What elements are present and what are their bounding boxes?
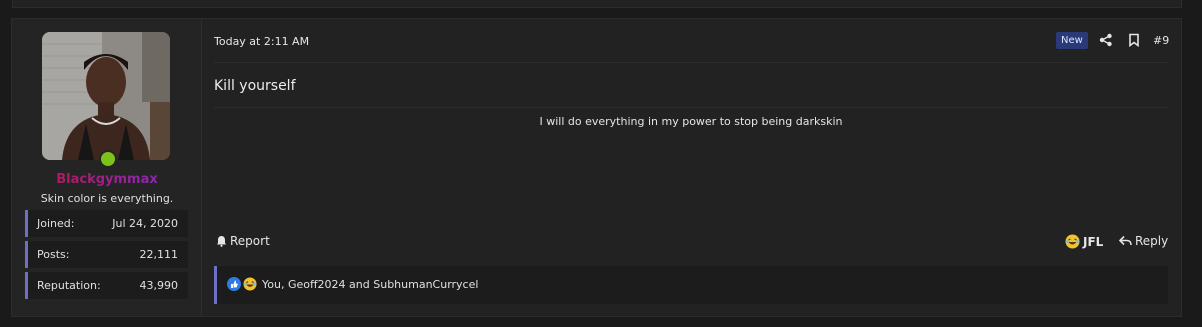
signature-divider <box>214 107 1168 108</box>
header-divider <box>214 62 1168 63</box>
avatar[interactable] <box>42 32 170 160</box>
reply-button[interactable]: Reply <box>1119 234 1168 248</box>
stat-value: Jul 24, 2020 <box>112 217 178 230</box>
reply-label: Reply <box>1135 234 1169 248</box>
like-icon <box>227 277 241 291</box>
stat-reputation: Reputation: 43,990 <box>25 272 188 299</box>
post-content: Kill yourself <box>214 78 296 94</box>
reply-icon <box>1119 235 1132 246</box>
jfl-reaction-button[interactable]: JFL <box>1065 234 1103 249</box>
post-timestamp[interactable]: Today at 2:11 AM <box>214 35 309 48</box>
forum-post: Blackgymmax Skin color is everything. Jo… <box>11 18 1182 317</box>
reactions-text[interactable]: You, Geoff2024 and SubhumanCurrycel <box>262 278 478 291</box>
user-title: Skin color is everything. <box>40 192 174 205</box>
post-number[interactable]: #9 <box>1153 34 1169 47</box>
stat-label: Posts: <box>37 248 70 261</box>
bookmark-icon[interactable] <box>1127 33 1141 47</box>
reactions-summary: You, Geoff2024 and SubhumanCurrycel <box>227 277 478 291</box>
new-badge: New <box>1056 32 1088 49</box>
bell-icon <box>217 236 226 247</box>
user-signature: I will do everything in my power to stop… <box>539 115 843 128</box>
online-status-indicator <box>99 150 117 168</box>
jfl-label: JFL <box>1083 234 1104 249</box>
laughing-emoji-icon <box>1065 234 1080 249</box>
stat-posts: Posts: 22,111 <box>25 241 188 268</box>
stat-value[interactable]: 22,111 <box>140 248 179 261</box>
share-icon[interactable] <box>1099 33 1113 47</box>
report-label: Report <box>230 234 270 248</box>
stat-label: Joined: <box>37 217 75 230</box>
reactions-bar[interactable]: You, Geoff2024 and SubhumanCurrycel <box>214 266 1168 304</box>
previous-post-edge <box>12 0 1182 8</box>
stat-value: 43,990 <box>139 279 179 292</box>
avatar-image <box>42 32 170 160</box>
report-button[interactable]: Report <box>216 234 270 248</box>
laughing-emoji-icon <box>243 277 257 291</box>
stat-label: Reputation: <box>37 279 101 292</box>
stat-joined: Joined: Jul 24, 2020 <box>25 210 188 237</box>
user-sidebar: Blackgymmax Skin color is everything. Jo… <box>12 19 202 316</box>
username[interactable]: Blackgymmax <box>12 172 202 187</box>
